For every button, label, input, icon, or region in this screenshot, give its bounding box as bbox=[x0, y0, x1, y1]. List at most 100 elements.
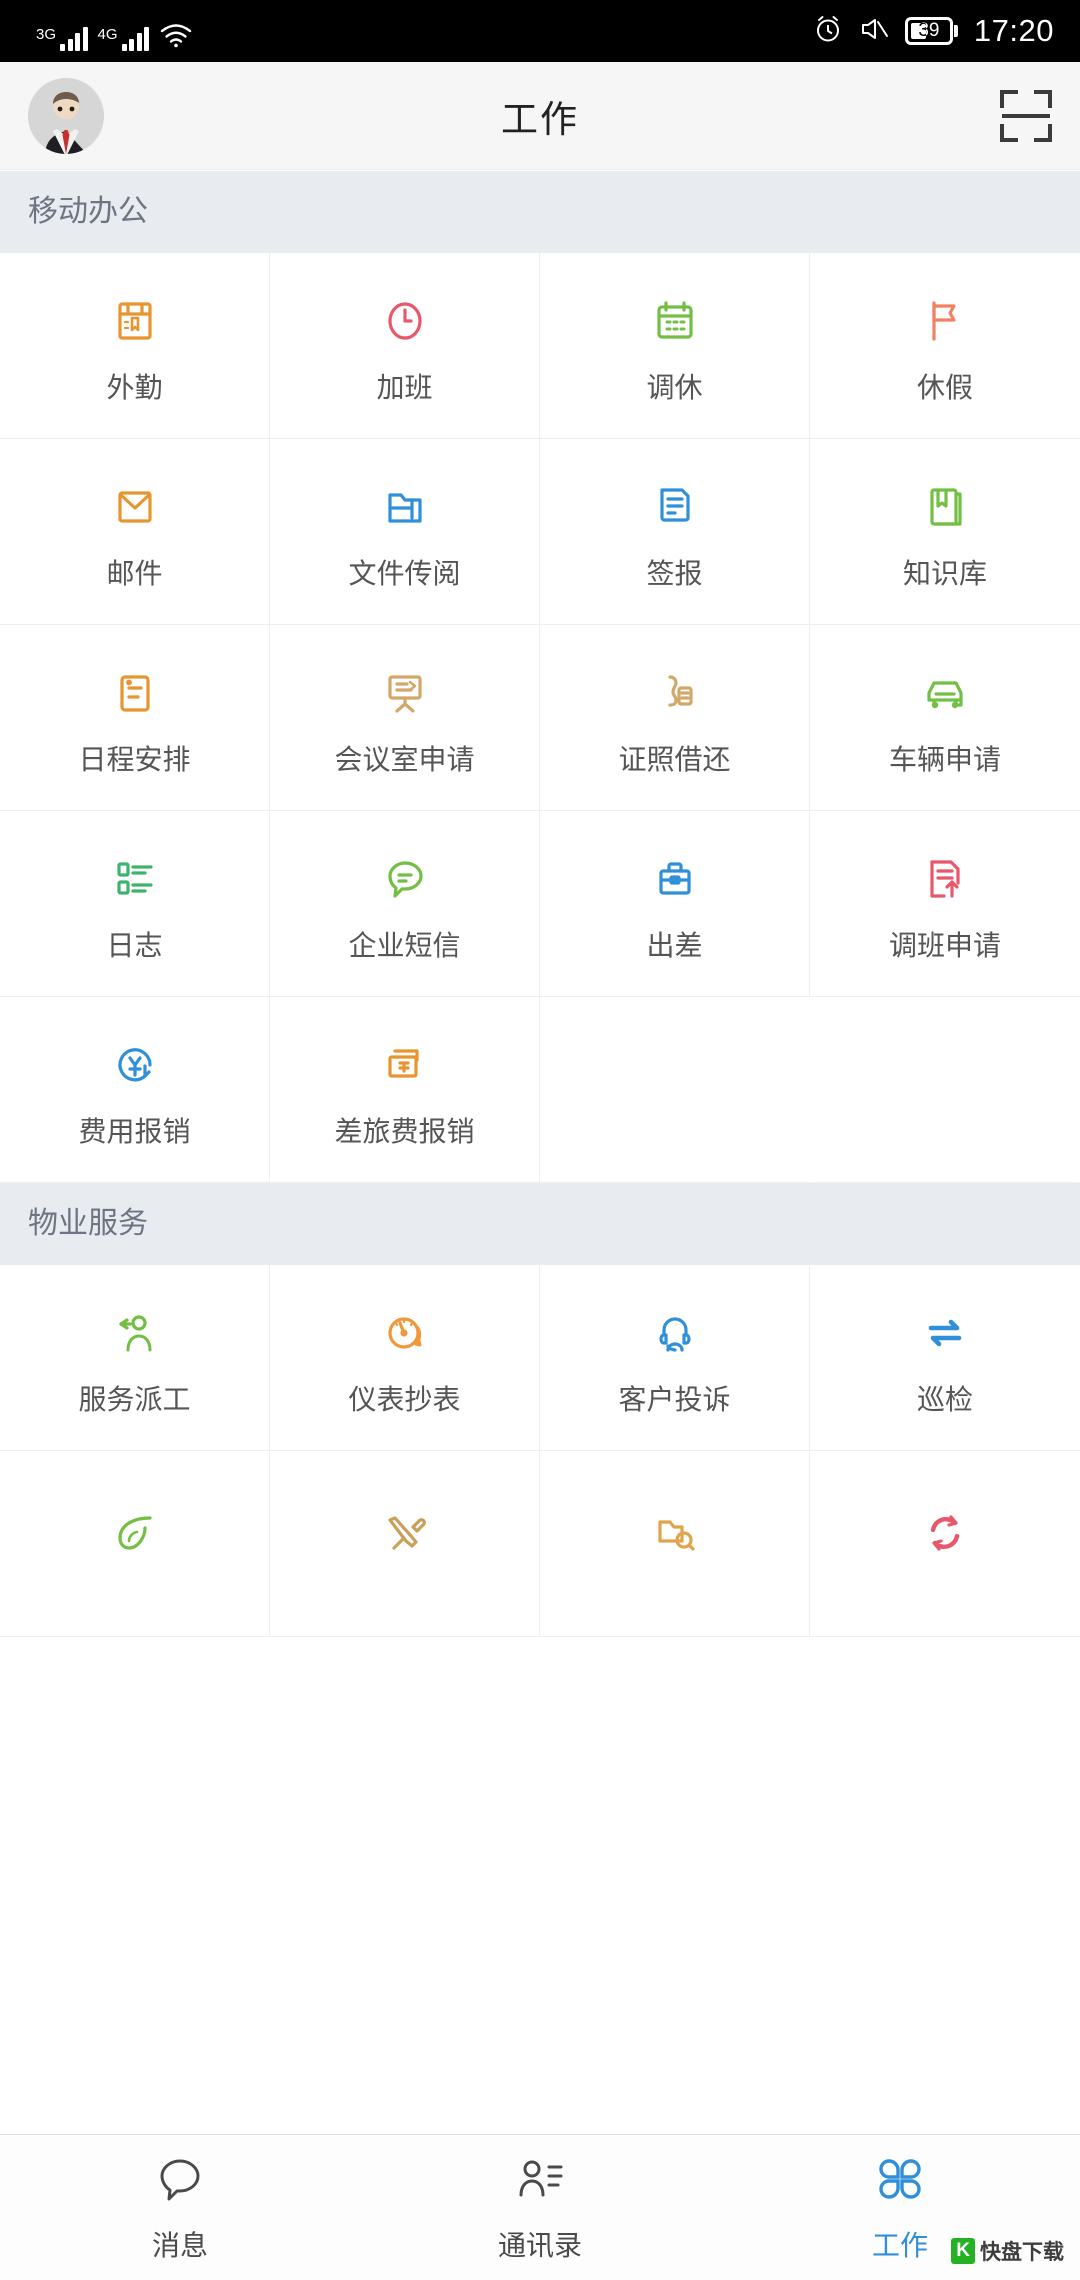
tab-contacts-icon[interactable]: 通讯录 bbox=[360, 2135, 720, 2280]
status-bar-clock: 17:20 bbox=[973, 13, 1054, 48]
book-icon bbox=[916, 476, 974, 538]
tab-chat-bubble-icon[interactable]: 消息 bbox=[0, 2135, 360, 2280]
shift-change-icon bbox=[916, 848, 974, 910]
leaf-green-icon bbox=[106, 1502, 164, 1564]
app-tile-label: 差旅费报销 bbox=[334, 1115, 475, 1147]
app-tile-book-icon[interactable]: 知识库 bbox=[810, 439, 1080, 625]
signal-bars-1 bbox=[60, 25, 88, 51]
app-tile-label: 会议室申请 bbox=[334, 743, 475, 775]
meeting-room-icon bbox=[376, 662, 434, 724]
car-icon bbox=[916, 662, 974, 724]
app-tile-folder-icon[interactable]: 文件传阅 bbox=[270, 439, 540, 625]
app-tile-envelope-icon[interactable]: 邮件 bbox=[0, 439, 270, 625]
meter-reading-icon bbox=[376, 1302, 434, 1364]
expense-refund-icon bbox=[106, 1034, 164, 1096]
tab-label: 通讯录 bbox=[497, 2230, 582, 2261]
app-tile-label: 证照借还 bbox=[618, 743, 731, 775]
app-tile-empty bbox=[810, 997, 1080, 1183]
contacts-icon bbox=[512, 2151, 568, 2212]
clock-icon bbox=[376, 290, 434, 352]
chat-bubble-icon bbox=[152, 2151, 208, 2212]
app-tile-label: 签报 bbox=[646, 557, 703, 589]
watermark-badge: K bbox=[951, 2238, 975, 2264]
app-tile-label: 出差 bbox=[646, 929, 703, 961]
app-tile-label: 知识库 bbox=[902, 557, 987, 589]
envelope-icon bbox=[106, 476, 164, 538]
section-header-property-service: 物业服务 bbox=[0, 1183, 1080, 1265]
app-tile-refresh-cycle-icon[interactable] bbox=[810, 1451, 1080, 1637]
app-tile-label: 休假 bbox=[916, 371, 973, 403]
app-tile-calendar-icon[interactable]: 调休 bbox=[540, 253, 810, 439]
app-tile-schedule-icon[interactable]: 日程安排 bbox=[0, 625, 270, 811]
schedule-icon bbox=[106, 662, 164, 724]
app-tile-label: 仪表抄表 bbox=[348, 1383, 461, 1415]
section-header-mobile-office: 移动办公 bbox=[0, 171, 1080, 253]
app-tile-label: 外勤 bbox=[106, 371, 163, 403]
tab-label: 消息 bbox=[151, 2230, 208, 2261]
app-tile-label: 文件传阅 bbox=[348, 557, 461, 589]
app-grid-scroll[interactable]: 移动办公 外勤 加班 调休 休假邮件 文件传阅 签报 知识库日程安排 会议室申请 证照借还 车辆申… bbox=[0, 171, 1080, 2134]
app-tile-briefcase-icon[interactable]: 出差 bbox=[540, 811, 810, 997]
app-tile-meter-reading-icon[interactable]: 仪表抄表 bbox=[270, 1265, 540, 1451]
headset-customer-icon bbox=[646, 1302, 704, 1364]
signal-1: 3G bbox=[36, 25, 88, 51]
app-tile-car-icon[interactable]: 车辆申请 bbox=[810, 625, 1080, 811]
field-work-icon bbox=[106, 290, 164, 352]
app-tile-flag-icon[interactable]: 休假 bbox=[810, 253, 1080, 439]
app-tile-field-work-icon[interactable]: 外勤 bbox=[0, 253, 270, 439]
app-tile-label: 企业短信 bbox=[348, 929, 461, 961]
app-tile-folder-search-icon[interactable] bbox=[540, 1451, 810, 1637]
app-tile-patrol-swap-icon[interactable]: 巡检 bbox=[810, 1265, 1080, 1451]
app-tile-meeting-room-icon[interactable]: 会议室申请 bbox=[270, 625, 540, 811]
briefcase-icon bbox=[646, 848, 704, 910]
app-grid-property-service: 服务派工 仪表抄表 客户投诉 巡检 bbox=[0, 1265, 1080, 1637]
app-tile-certificate-icon[interactable]: 证照借还 bbox=[540, 625, 810, 811]
document-icon bbox=[646, 476, 704, 538]
app-tile-label: 巡检 bbox=[916, 1383, 973, 1415]
sms-bubble-icon bbox=[376, 848, 434, 910]
calendar-icon bbox=[646, 290, 704, 352]
app-tile-dispatch-icon[interactable]: 服务派工 bbox=[0, 1265, 270, 1451]
app-tile-clock-icon[interactable]: 加班 bbox=[270, 253, 540, 439]
folder-search-icon bbox=[646, 1502, 704, 1564]
folder-icon bbox=[376, 476, 434, 538]
app-tile-sms-bubble-icon[interactable]: 企业短信 bbox=[270, 811, 540, 997]
app-tile-tools-icon[interactable] bbox=[270, 1451, 540, 1637]
dispatch-icon bbox=[106, 1302, 164, 1364]
app-tile-shift-change-icon[interactable]: 调班申请 bbox=[810, 811, 1080, 997]
app-tile-document-icon[interactable]: 签报 bbox=[540, 439, 810, 625]
signal-bars-2 bbox=[121, 25, 150, 51]
tools-icon bbox=[376, 1502, 434, 1564]
bottom-tab-bar: 消息 通讯录 工作 bbox=[0, 2134, 1080, 2280]
flag-icon bbox=[916, 290, 974, 352]
scan-icon[interactable] bbox=[1000, 89, 1052, 142]
app-tile-label: 日程安排 bbox=[78, 743, 191, 775]
patrol-swap-icon bbox=[916, 1302, 974, 1364]
status-bar-right: 39 17:20 bbox=[813, 13, 1054, 49]
refresh-cycle-icon bbox=[916, 1502, 974, 1564]
app-tile-headset-customer-icon[interactable]: 客户投诉 bbox=[540, 1265, 810, 1451]
app-tile-leaf-green-icon[interactable] bbox=[0, 1451, 270, 1637]
app-grid-mobile-office: 外勤 加班 调休 休假邮件 文件传阅 签报 知识库日程安排 会议室申请 证照借还 车辆申请日志 企业… bbox=[0, 253, 1080, 1183]
network-type-2-label: 4G bbox=[97, 26, 118, 43]
app-tile-label: 费用报销 bbox=[78, 1115, 191, 1147]
app-tile-label: 客户投诉 bbox=[618, 1383, 731, 1415]
watermark-text: 快盘下载 bbox=[980, 2241, 1064, 2264]
network-type-1-label: 3G bbox=[36, 26, 57, 43]
mute-icon bbox=[859, 14, 889, 49]
app-tile-label: 日志 bbox=[106, 929, 163, 961]
app-tile-travel-expense-icon[interactable]: 差旅费报销 bbox=[270, 997, 540, 1183]
app-tile-log-list-icon[interactable]: 日志 bbox=[0, 811, 270, 997]
alarm-icon bbox=[813, 14, 843, 49]
travel-expense-icon bbox=[376, 1034, 434, 1096]
wifi-icon bbox=[159, 21, 193, 51]
page-title: 工作 bbox=[501, 98, 579, 140]
app-tile-expense-refund-icon[interactable]: 费用报销 bbox=[0, 997, 270, 1183]
log-list-icon bbox=[106, 848, 164, 910]
battery-level-label: 39 bbox=[918, 20, 940, 41]
app-tile-label: 加班 bbox=[376, 371, 433, 403]
app-tile-label: 服务派工 bbox=[78, 1383, 191, 1415]
tab-label: 工作 bbox=[871, 2230, 928, 2261]
signal-2: 4G bbox=[98, 25, 150, 51]
certificate-icon bbox=[646, 662, 704, 724]
